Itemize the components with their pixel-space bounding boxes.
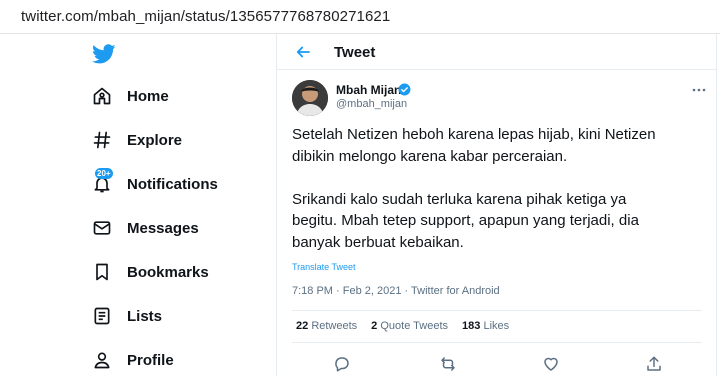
like-heart-icon[interactable] xyxy=(542,355,560,373)
column-divider xyxy=(716,34,717,376)
translate-tweet-link[interactable]: Translate Tweet xyxy=(292,262,356,272)
quotes-stat[interactable]: 2 Quote Tweets xyxy=(371,320,448,332)
list-icon xyxy=(80,298,124,334)
retweet-icon[interactable] xyxy=(439,355,457,373)
tweet-timestamp[interactable]: 7:18 PM · Feb 2, 2021 · Twitter for Andr… xyxy=(292,285,500,297)
envelope-icon xyxy=(80,210,124,246)
sidebar-item-home[interactable]: Home xyxy=(80,78,260,114)
more-options-icon[interactable] xyxy=(691,83,707,95)
tweet-header: Tweet xyxy=(277,34,716,70)
person-icon xyxy=(80,342,124,376)
retweets-count: 22 xyxy=(296,320,309,332)
notification-badge: 20+ xyxy=(95,168,113,179)
divider xyxy=(292,342,702,343)
tweet-text: Setelah Netizen heboh karena lepas hijab… xyxy=(292,126,656,251)
quotes-count: 2 xyxy=(371,320,378,332)
reply-icon[interactable] xyxy=(333,355,351,373)
sidebar-item-label: Notifications xyxy=(127,175,218,193)
tweet-detail-panel: Tweet Mbah Mijan @mbah_mijan Setelah Net… xyxy=(277,34,716,376)
sidebar: Home Explore 20+ Notifications Messages … xyxy=(0,34,276,376)
tweet-stats: 22 Retweets 2 Quote Tweets 183 Likes xyxy=(296,320,523,332)
back-arrow-icon[interactable] xyxy=(294,43,312,61)
author-handle[interactable]: @mbah_mijan xyxy=(336,98,407,110)
hashtag-icon xyxy=(80,122,124,158)
page-title: Tweet xyxy=(334,44,376,61)
likes-count: 183 xyxy=(462,320,481,332)
sidebar-item-label: Explore xyxy=(127,131,183,149)
divider xyxy=(292,310,702,311)
avatar[interactable] xyxy=(292,80,328,116)
twitter-bird-icon[interactable] xyxy=(91,42,116,66)
likes-stat[interactable]: 183 Likes xyxy=(462,320,509,332)
sidebar-item-label: Lists xyxy=(127,307,163,325)
browser-address-bar[interactable]: twitter.com/mbah_mijan/status/1356577768… xyxy=(0,0,720,34)
retweets-label: Retweets xyxy=(311,320,358,332)
sidebar-item-notifications[interactable]: 20+ Notifications xyxy=(80,166,260,202)
verified-badge-icon xyxy=(398,83,411,96)
sidebar-item-label: Home xyxy=(127,87,169,105)
author-name[interactable]: Mbah Mijan xyxy=(336,83,401,97)
bookmark-icon xyxy=(80,254,124,290)
retweets-stat[interactable]: 22 Retweets xyxy=(296,320,357,332)
sidebar-item-messages[interactable]: Messages xyxy=(80,210,260,246)
sidebar-item-label: Profile xyxy=(127,351,174,369)
sidebar-item-lists[interactable]: Lists xyxy=(80,298,260,334)
sidebar-item-profile[interactable]: Profile xyxy=(80,342,260,376)
quotes-label: Quote Tweets xyxy=(380,320,449,332)
sidebar-item-bookmarks[interactable]: Bookmarks xyxy=(80,254,260,290)
bell-icon: 20+ xyxy=(80,166,124,202)
likes-label: Likes xyxy=(483,320,510,332)
sidebar-item-label: Messages xyxy=(127,219,199,237)
url-text[interactable]: twitter.com/mbah_mijan/status/1356577768… xyxy=(21,8,390,25)
sidebar-item-explore[interactable]: Explore xyxy=(80,122,260,158)
home-icon xyxy=(80,78,124,114)
share-icon[interactable] xyxy=(645,355,663,373)
tweet-actions xyxy=(277,352,716,376)
sidebar-item-label: Bookmarks xyxy=(127,263,209,281)
